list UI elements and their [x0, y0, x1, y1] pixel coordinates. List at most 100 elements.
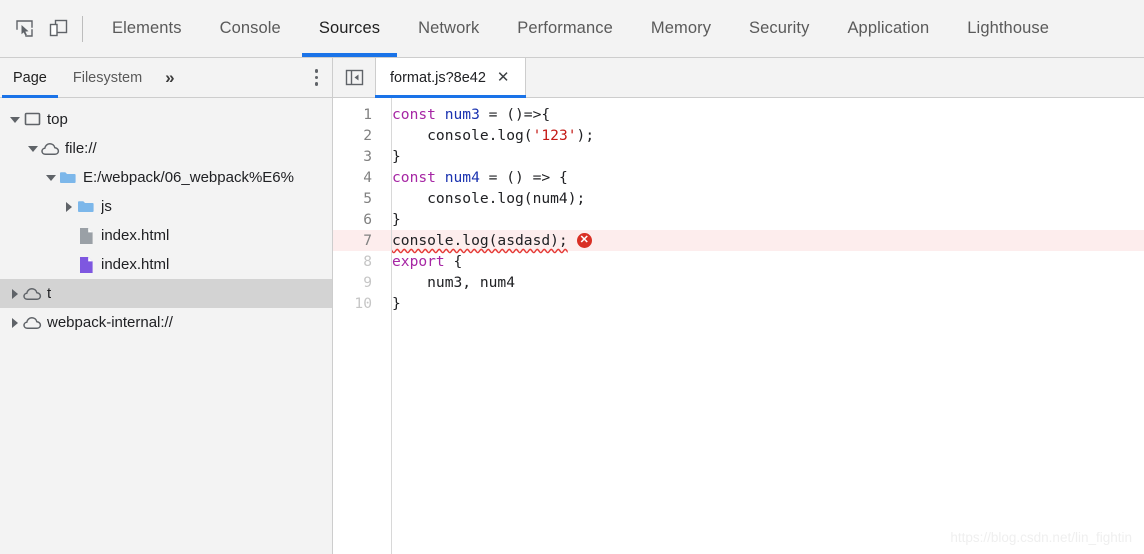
chevron-down-icon[interactable] — [26, 145, 40, 152]
tree-item[interactable]: t — [0, 279, 332, 308]
tab-label: Application — [847, 19, 930, 37]
line-number: 7 — [363, 232, 372, 249]
tab-console[interactable]: Console — [201, 0, 300, 57]
error-badge-icon[interactable]: ✕ — [576, 232, 592, 248]
line-number: 2 — [363, 127, 372, 144]
tab-label: Sources — [318, 19, 381, 37]
nav-tab-label: Filesystem — [72, 69, 143, 86]
code-token: num3 — [444, 106, 480, 123]
editor-tabbar: format.js?8e42 ✕ — [333, 58, 1144, 98]
toolbar-divider — [82, 15, 83, 42]
line-number: 4 — [363, 169, 372, 186]
show-navigator-icon[interactable] — [333, 58, 375, 97]
close-icon[interactable]: ✕ — [495, 69, 512, 86]
code-lines: 1 const num3 = ()=>{2 console.log('123');… — [333, 104, 1144, 314]
frame-icon — [22, 111, 42, 129]
nav-tab-page[interactable]: Page — [0, 58, 60, 98]
sources-navigator-sidebar: Page Filesystem » top file:// E:/webpack/0… — [0, 58, 333, 554]
folder-icon — [58, 169, 78, 187]
folder-icon — [76, 198, 96, 216]
chevron-down-icon[interactable] — [8, 116, 22, 123]
editor-file-tab-label: format.js?8e42 — [390, 69, 486, 86]
kebab-menu-icon[interactable] — [301, 58, 333, 97]
devtools-main-toolbar: Elements Console Sources Network Perform… — [0, 0, 1144, 58]
cloud-icon — [22, 285, 42, 303]
tree-item-label: js — [101, 198, 112, 215]
chevron-down-icon[interactable] — [44, 174, 58, 181]
code-line-error: 7 console.log(asdasd); ✕ — [333, 230, 1144, 251]
code-line: 3} — [333, 146, 1144, 167]
line-number: 6 — [363, 211, 372, 228]
watermark-text: https://blog.csdn.net/lin_fightin — [950, 530, 1132, 545]
code-token: export — [392, 253, 445, 270]
code-line: 1 const num3 = ()=>{ — [333, 104, 1144, 125]
cloud-icon — [40, 140, 60, 158]
code-token: } — [392, 295, 401, 312]
code-line: 9 num3, num4 — [333, 272, 1144, 293]
devtools-window: Elements Console Sources Network Perform… — [0, 0, 1144, 554]
code-text: console.log('123'); — [381, 125, 594, 146]
tab-label: Security — [749, 19, 810, 37]
chevron-right-icon[interactable] — [8, 288, 22, 299]
tab-label: Network — [418, 19, 480, 37]
tree-item[interactable]: js — [0, 192, 332, 221]
navigator-tabbar: Page Filesystem » — [0, 58, 332, 98]
nav-tab-label: Page — [13, 69, 47, 86]
tab-elements[interactable]: Elements — [93, 0, 201, 57]
code-text: console.log(asdasd); ✕ — [381, 230, 592, 251]
code-text: const num4 = () => { — [381, 167, 568, 188]
code-token: const — [392, 169, 445, 186]
code-text: console.log(num4); — [381, 188, 585, 209]
code-token: console.log(asdasd); — [392, 232, 568, 249]
tree-item[interactable]: E:/webpack/06_webpack%E6% — [0, 163, 332, 192]
line-number: 1 — [363, 106, 372, 123]
inspect-cursor-icon[interactable] — [10, 15, 38, 43]
chevron-right-icon[interactable] — [8, 317, 22, 328]
tab-network[interactable]: Network — [399, 0, 498, 57]
tab-security[interactable]: Security — [730, 0, 828, 57]
nav-tab-filesystem[interactable]: Filesystem — [60, 58, 155, 97]
chevron-right-icon[interactable] — [62, 201, 76, 212]
tree-item-label: E:/webpack/06_webpack%E6% — [83, 169, 294, 186]
code-editor[interactable]: 1 const num3 = ()=>{2 console.log('123');… — [333, 98, 1144, 554]
code-token: '123' — [532, 127, 577, 144]
code-token: const — [392, 106, 445, 123]
tree-item[interactable]: webpack-internal:// — [0, 308, 332, 337]
tree-item[interactable]: file:// — [0, 134, 332, 163]
line-number: 8 — [363, 253, 372, 270]
cloud-icon — [22, 314, 42, 332]
device-toolbar-icon[interactable] — [44, 15, 72, 43]
tree-item-label: t — [47, 285, 52, 302]
more-tabs-chevron-icon[interactable]: » — [155, 58, 184, 97]
tab-lighthouse[interactable]: Lighthouse — [948, 0, 1068, 57]
file-purple-icon — [76, 256, 96, 274]
line-number: 10 — [354, 295, 372, 312]
toolbar-icon-group — [0, 0, 72, 57]
code-token: ); — [576, 127, 595, 144]
line-number: 5 — [363, 190, 372, 207]
code-line: 5 console.log(num4); — [333, 188, 1144, 209]
code-line: 8 export { — [333, 251, 1144, 272]
tab-performance[interactable]: Performance — [498, 0, 632, 57]
tree-item[interactable]: index.html — [0, 221, 332, 250]
tab-sources[interactable]: Sources — [300, 0, 399, 57]
tab-memory[interactable]: Memory — [632, 0, 730, 57]
code-token: } — [392, 211, 401, 228]
tree-item-label: index.html — [101, 256, 170, 273]
tab-label: Memory — [650, 19, 712, 37]
tree-item[interactable]: top — [0, 105, 332, 134]
tree-item[interactable]: index.html — [0, 250, 332, 279]
code-line: 2 console.log('123'); — [333, 125, 1144, 146]
tree-item-label: top — [47, 111, 68, 128]
code-line: 6} — [333, 209, 1144, 230]
code-token: { — [444, 253, 463, 270]
code-text: num3, num4 — [381, 272, 515, 293]
tree-item-label: file:// — [65, 140, 97, 157]
editor-file-tab[interactable]: format.js?8e42 ✕ — [375, 58, 526, 98]
code-token: = () => { — [479, 169, 568, 186]
code-text: export { — [381, 251, 462, 272]
tree-item-label: index.html — [101, 227, 170, 244]
tab-application[interactable]: Application — [828, 0, 948, 57]
devtools-panel-tabs: Elements Console Sources Network Perform… — [93, 0, 1144, 57]
devtools-body: Page Filesystem » top file:// E:/webpack/0… — [0, 58, 1144, 554]
